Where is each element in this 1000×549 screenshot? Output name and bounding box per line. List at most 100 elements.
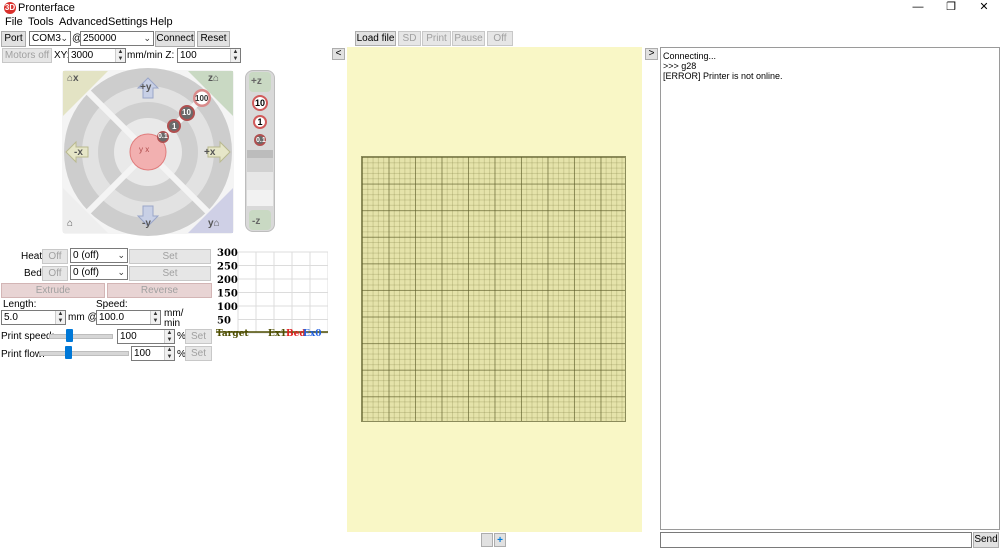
collapse-right-button[interactable]: >	[645, 48, 658, 60]
print-flow-slider-thumb[interactable]	[65, 346, 73, 359]
jog-minus-z-label: -z	[252, 216, 261, 227]
spin-arrows-icon[interactable]: ▲ ▼	[230, 49, 240, 62]
temperature-graph: 30025020015010050 Target Ex1 BedEx0	[216, 248, 328, 339]
jog-minus-x-label: -x	[74, 147, 83, 158]
app-logo-icon: 3D	[4, 2, 16, 14]
step-01-label: 0.1	[158, 133, 168, 140]
length-label: Length:	[3, 299, 37, 310]
graph-y-tick: 200	[217, 275, 238, 286]
log-line: [ERROR] Printer is not online.	[663, 71, 783, 81]
z-step-10-button[interactable]: 10	[252, 95, 268, 111]
bed-off-button[interactable]: Off	[42, 266, 68, 281]
chevron-down-icon: ⌄	[117, 250, 125, 260]
jog-plus-z-label: +z	[251, 76, 262, 87]
view-toggle-button[interactable]	[481, 533, 493, 547]
extrude-button[interactable]: Extrude	[1, 283, 105, 298]
print-flow-input[interactable]: 100 ▲ ▼	[131, 346, 175, 361]
z-step-band[interactable]	[247, 150, 273, 158]
port-select[interactable]: COM3 ⌄	[29, 31, 71, 46]
z-step-01-button[interactable]: 0.1	[254, 134, 266, 146]
bed-temp-value: 0 (off)	[73, 267, 99, 278]
graph-y-tick: 100	[217, 302, 238, 313]
log-line: >>> g28	[663, 61, 697, 71]
connect-button[interactable]: Connect	[155, 31, 195, 47]
chevron-down-icon: ⌄	[143, 33, 151, 43]
menu-advanced[interactable]: Advanced	[59, 16, 108, 28]
graph-legend-ex1: Ex1	[268, 329, 287, 339]
print-speed-set-button[interactable]: Set	[185, 329, 212, 344]
sd-button[interactable]: SD	[398, 31, 421, 46]
xy-feedrate-input[interactable]: 3000 ▲ ▼	[68, 48, 126, 63]
step-10-label: 10	[182, 108, 191, 117]
spin-arrows-icon[interactable]: ▲ ▼	[164, 330, 174, 343]
z-feedrate-input[interactable]: 100 ▲ ▼	[177, 48, 241, 63]
graph-legend-ex0: Ex0	[303, 329, 322, 339]
reset-button[interactable]: Reset	[197, 31, 230, 47]
collapse-left-button[interactable]: <	[332, 48, 345, 60]
spin-arrows-icon[interactable]: ▲ ▼	[115, 49, 125, 62]
motors-off-button[interactable]: Motors off	[2, 48, 52, 63]
jog-center-icon: y x	[139, 145, 150, 154]
print-speed-value: 100	[120, 331, 137, 342]
speed-input[interactable]: 100.0 ▲ ▼	[96, 310, 161, 325]
home-all-icon: ⌂	[67, 218, 74, 229]
heat-off-button[interactable]: Off	[42, 249, 68, 264]
heat-temp-select[interactable]: 0 (off) ⌄	[70, 248, 128, 263]
console-log[interactable]: Connecting... >>> g28 [ERROR] Printer is…	[660, 47, 1000, 530]
heat-set-button[interactable]: Set	[129, 249, 211, 264]
minimize-icon[interactable]: —	[904, 0, 932, 16]
bed-set-button[interactable]: Set	[129, 266, 211, 281]
step-100-label: 100	[195, 94, 209, 103]
spin-arrows-icon[interactable]: ▲ ▼	[150, 311, 160, 324]
length-input[interactable]: 5.0 ▲ ▼	[1, 310, 66, 325]
port-value: COM3	[32, 33, 61, 44]
length-value: 5.0	[4, 312, 18, 323]
build-plate-grid[interactable]	[361, 156, 626, 422]
graph-y-tick: 150	[217, 289, 238, 300]
jog-plus-y-label: +y	[140, 82, 152, 93]
command-input[interactable]	[660, 532, 972, 548]
off-button[interactable]: Off	[487, 31, 513, 46]
speed-label: Speed:	[96, 299, 128, 310]
port-button[interactable]: Port	[1, 31, 26, 47]
close-icon[interactable]: ✕	[970, 0, 998, 16]
graph-legend-target: Target	[216, 329, 249, 339]
print-flow-set-button[interactable]: Set	[185, 346, 212, 361]
menu-settings[interactable]: Settings	[108, 16, 148, 28]
log-line: Connecting...	[663, 51, 717, 61]
home-y-icon: y⌂	[208, 218, 220, 229]
z-step-1-button[interactable]: 1	[253, 115, 267, 129]
title-bar	[0, 0, 1000, 16]
bed-temp-select[interactable]: 0 (off) ⌄	[70, 265, 128, 280]
home-z-icon: z⌂	[208, 73, 220, 84]
add-button[interactable]: +	[494, 533, 506, 547]
z-step-band[interactable]	[247, 158, 273, 172]
menu-file[interactable]: File	[5, 16, 23, 28]
xy-feedrate-value: 3000	[71, 50, 94, 61]
print-flow-slider[interactable]	[39, 351, 129, 356]
chevron-down-icon: ⌄	[60, 33, 68, 43]
restore-icon[interactable]: ❐	[937, 0, 965, 16]
chevron-down-icon: ⌄	[117, 267, 125, 277]
z-step-band[interactable]	[247, 172, 273, 190]
menu-tools[interactable]: Tools	[28, 16, 54, 28]
print-button[interactable]: Print	[422, 31, 451, 46]
baud-select[interactable]: 250000 ⌄	[80, 31, 154, 46]
z-step-band[interactable]	[247, 190, 273, 206]
print-speed-slider-thumb[interactable]	[66, 329, 74, 342]
load-file-button[interactable]: Load file	[355, 31, 396, 46]
speed-value: 100.0	[99, 312, 125, 323]
reverse-button[interactable]: Reverse	[107, 283, 212, 298]
pause-button[interactable]: Pause	[452, 31, 485, 46]
heat-temp-value: 0 (off)	[73, 250, 99, 261]
jog-minus-y-label: -y	[142, 218, 151, 229]
menu-help[interactable]: Help	[150, 16, 173, 28]
z-feedrate-label: mm/min Z:	[127, 50, 175, 61]
send-button[interactable]: Send	[973, 532, 999, 548]
home-x-icon: ⌂x	[67, 73, 79, 84]
print-speed-slider[interactable]	[49, 334, 113, 339]
window-title: Pronterface	[18, 2, 75, 14]
spin-arrows-icon[interactable]: ▲ ▼	[164, 347, 174, 360]
spin-arrows-icon[interactable]: ▲ ▼	[55, 311, 65, 324]
print-speed-input[interactable]: 100 ▲ ▼	[117, 329, 175, 344]
